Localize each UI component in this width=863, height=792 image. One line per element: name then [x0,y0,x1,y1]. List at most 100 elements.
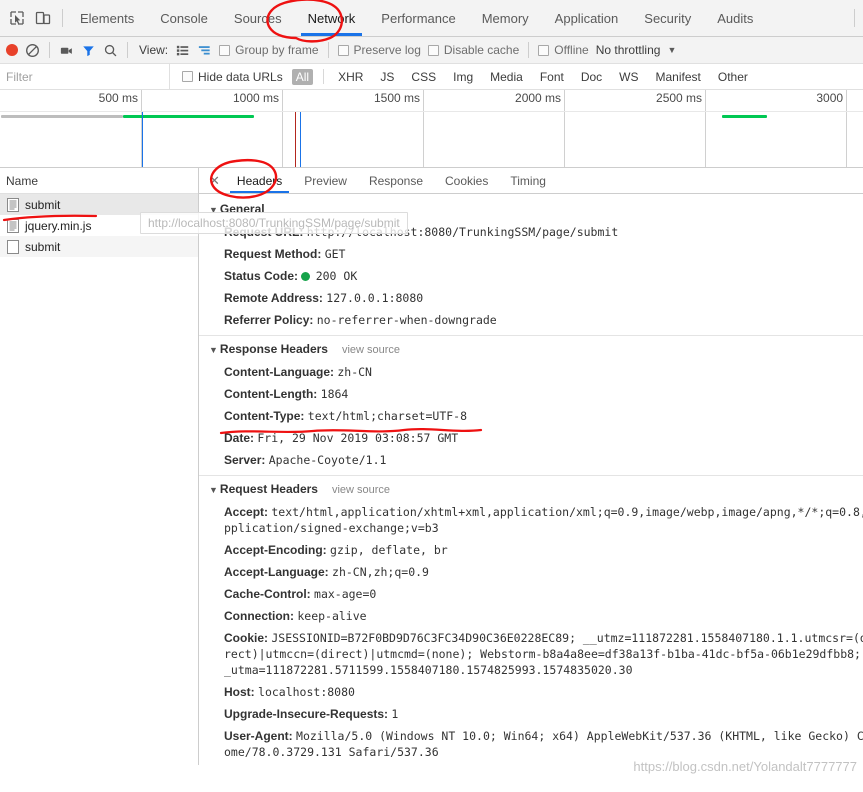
header-key: Referrer Policy: [224,313,314,327]
request-detail-pane: ✕ Headers Preview Response Cookies Timin… [199,168,863,765]
filter-icon[interactable] [81,43,96,58]
header-row-content-type: Content-Type: text/html;charset=UTF-8 [199,405,863,427]
view-source-link-response[interactable]: view source [342,344,400,356]
request-name: jquery.min.js [25,218,92,233]
offline-checkbox[interactable]: Offline [538,43,589,57]
tab-response[interactable]: Response [358,168,434,193]
header-row-content-language: Content-Language: zh-CN [199,361,863,383]
timeline-bar-waiting [1,115,123,118]
tab-preview[interactable]: Preview [293,168,358,193]
header-key: User-Agent: [224,729,293,743]
checkbox-box [538,44,550,56]
header-value: zh-CN,zh;q=0.9 [332,565,429,579]
header-row-accept-encoding: Accept-Encoding: gzip, deflate, br [199,539,863,561]
header-row-connection: Connection: keep-alive [199,605,863,627]
timeline-tick-label: 1000 ms [232,91,280,105]
checkbox-box [337,44,349,56]
timeline-ruler: 500 ms 1000 ms 1500 ms 2000 ms 2500 ms 3000 [0,90,863,167]
header-key: Date: [224,431,255,445]
view-source-link-request[interactable]: view source [332,484,390,496]
request-row-submit-2[interactable]: submit [0,236,198,257]
throttling-select[interactable]: No throttling [596,43,661,57]
section-request-headers-title[interactable]: ▼ Request Headers view source [199,475,863,501]
network-filter-bar: Hide data URLs All XHR JS CSS Img Media … [0,64,863,90]
inspect-element-icon[interactable] [8,9,26,27]
clear-button[interactable] [25,43,40,58]
device-toolbar-icon[interactable] [34,9,52,27]
header-row-status-code: Status Code: 200 OK [199,265,863,287]
header-row-referrer-policy: Referrer Policy: no-referrer-when-downgr… [199,309,863,335]
header-key: Accept-Encoding: [224,543,327,557]
header-value: no-referrer-when-downgrade [316,313,497,327]
timeline-tick-label: 500 ms [98,91,138,105]
header-value: max-age=0 [314,587,377,601]
tab-audits[interactable]: Audits [704,0,766,36]
header-value: Apache-Coyote/1.1 [268,453,387,467]
chevron-down-icon[interactable]: ▼ [667,45,676,55]
header-row-accept-language: Accept-Language: zh-CN,zh;q=0.9 [199,561,863,583]
timeline-tick-label: 3000 [816,91,844,105]
search-icon[interactable] [103,43,118,58]
filter-chip-ws[interactable]: WS [615,69,642,85]
network-overview-timeline[interactable]: 500 ms 1000 ms 1500 ms 2000 ms 2500 ms 3000 [0,90,863,168]
header-key: Cookie: [224,631,269,645]
header-row-host: Host: localhost:8080 [199,681,863,703]
filter-chip-img[interactable]: Img [449,69,477,85]
tab-headers[interactable]: Headers [226,168,293,193]
tab-timing[interactable]: Timing [499,168,557,193]
filter-chip-doc[interactable]: Doc [577,69,606,85]
hide-data-urls-checkbox[interactable]: Hide data URLs [182,70,283,84]
timeline-tick [846,90,848,167]
tab-cookies[interactable]: Cookies [434,168,499,193]
disable-cache-checkbox[interactable]: Disable cache [427,43,519,57]
header-value: localhost:8080 [258,685,355,699]
timeline-divider [0,111,863,112]
header-value: Mozilla/5.0 (Windows NT 10.0; Win64; x64… [224,729,863,759]
record-button[interactable] [6,44,18,56]
header-value: zh-CN [337,365,372,379]
tab-application[interactable]: Application [542,0,632,36]
large-rows-icon[interactable] [175,43,190,58]
filter-chip-css[interactable]: CSS [407,69,440,85]
filter-chip-media[interactable]: Media [486,69,527,85]
toolbar-divider [49,42,50,58]
close-icon[interactable]: ✕ [203,168,226,193]
view-label: View: [139,43,169,57]
camera-icon[interactable] [59,43,74,58]
column-header-name: Name [6,173,39,188]
header-value: 1 [391,707,399,721]
tab-elements[interactable]: Elements [67,0,147,36]
waterfall-icon[interactable] [197,43,212,58]
timeline-tick-label: 2500 ms [656,91,703,105]
checkbox-box [182,71,193,82]
document-icon [7,197,19,212]
filter-input[interactable] [0,64,170,89]
header-value: 200 OK [315,269,358,283]
filter-chip-all[interactable]: All [291,68,314,85]
section-response-headers-title[interactable]: ▼ Response Headers view source [199,335,863,361]
header-key: Cache-Control: [224,587,311,601]
filter-chip-js[interactable]: JS [376,69,398,85]
tab-sources[interactable]: Sources [221,0,295,36]
timeline-event-dom-content-loaded [142,112,144,167]
filter-chip-xhr[interactable]: XHR [334,69,367,85]
tab-memory[interactable]: Memory [469,0,542,36]
checkbox-box [219,44,231,56]
header-key: Content-Type: [224,409,305,423]
request-list-header: Name [0,168,198,194]
filter-chip-other[interactable]: Other [714,69,752,85]
preserve-log-checkbox[interactable]: Preserve log [337,43,421,57]
tab-network[interactable]: Network [295,0,369,36]
filter-chip-manifest[interactable]: Manifest [652,69,705,85]
group-by-frame-checkbox[interactable]: Group by frame [219,43,319,57]
tab-security[interactable]: Security [631,0,704,36]
devtools-tabs: Elements Console Sources Network Perform… [67,0,766,36]
header-row-upgrade-insecure-requests: Upgrade-Insecure-Requests: 1 [199,703,863,725]
tab-performance[interactable]: Performance [368,0,468,36]
filter-chip-font[interactable]: Font [536,69,568,85]
header-key: Status Code: [224,269,299,283]
header-row-cookie: Cookie: JSESSIONID=B72F0BD9D76C3FC34D90C… [199,627,863,681]
network-toolbar: View: Group by frame Preserve log Disabl… [0,37,863,64]
tab-console[interactable]: Console [147,0,221,36]
header-value: text/html,application/xhtml+xml,applicat… [224,505,863,535]
